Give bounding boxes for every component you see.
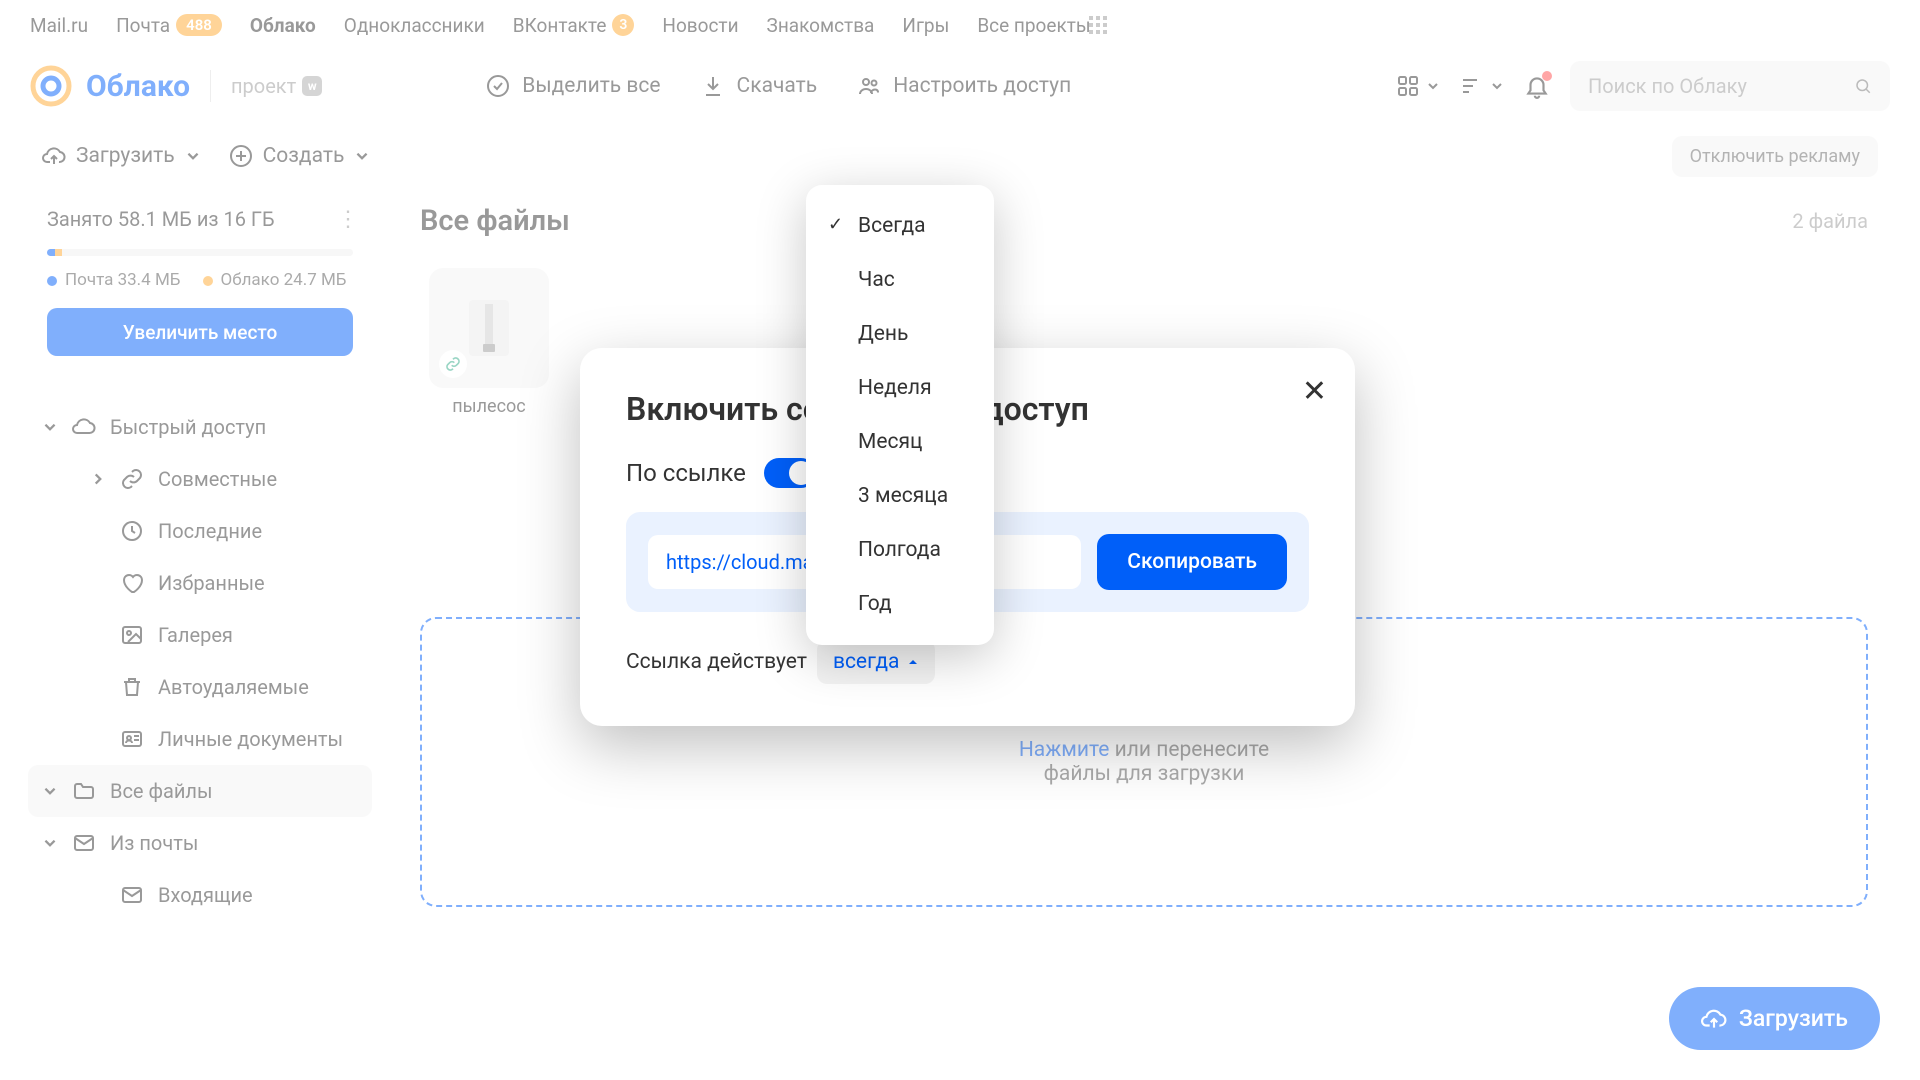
expiry-value: всегда [833, 650, 900, 674]
expiry-dropdown: Всегда Час День Неделя Месяц 3 месяца По… [806, 185, 994, 645]
expiry-label: Ссылка действует [626, 650, 807, 674]
dropdown-item-always[interactable]: Всегда [806, 199, 994, 253]
dropdown-item-halfyear[interactable]: Полгода [806, 523, 994, 577]
dropdown-item-day[interactable]: День [806, 307, 994, 361]
dropdown-item-hour[interactable]: Час [806, 253, 994, 307]
dropdown-item-week[interactable]: Неделя [806, 361, 994, 415]
copy-button[interactable]: Скопировать [1097, 534, 1287, 590]
dropdown-item-month[interactable]: Месяц [806, 415, 994, 469]
dropdown-item-year[interactable]: Год [806, 577, 994, 631]
expiry-select[interactable]: всегда [817, 640, 936, 684]
by-link-label: По ссылке [626, 459, 746, 487]
expiry-row: Ссылка действует всегда [626, 640, 1309, 684]
close-button[interactable]: ✕ [1302, 374, 1327, 409]
dropdown-item-3months[interactable]: 3 месяца [806, 469, 994, 523]
caret-up-icon [907, 656, 919, 668]
